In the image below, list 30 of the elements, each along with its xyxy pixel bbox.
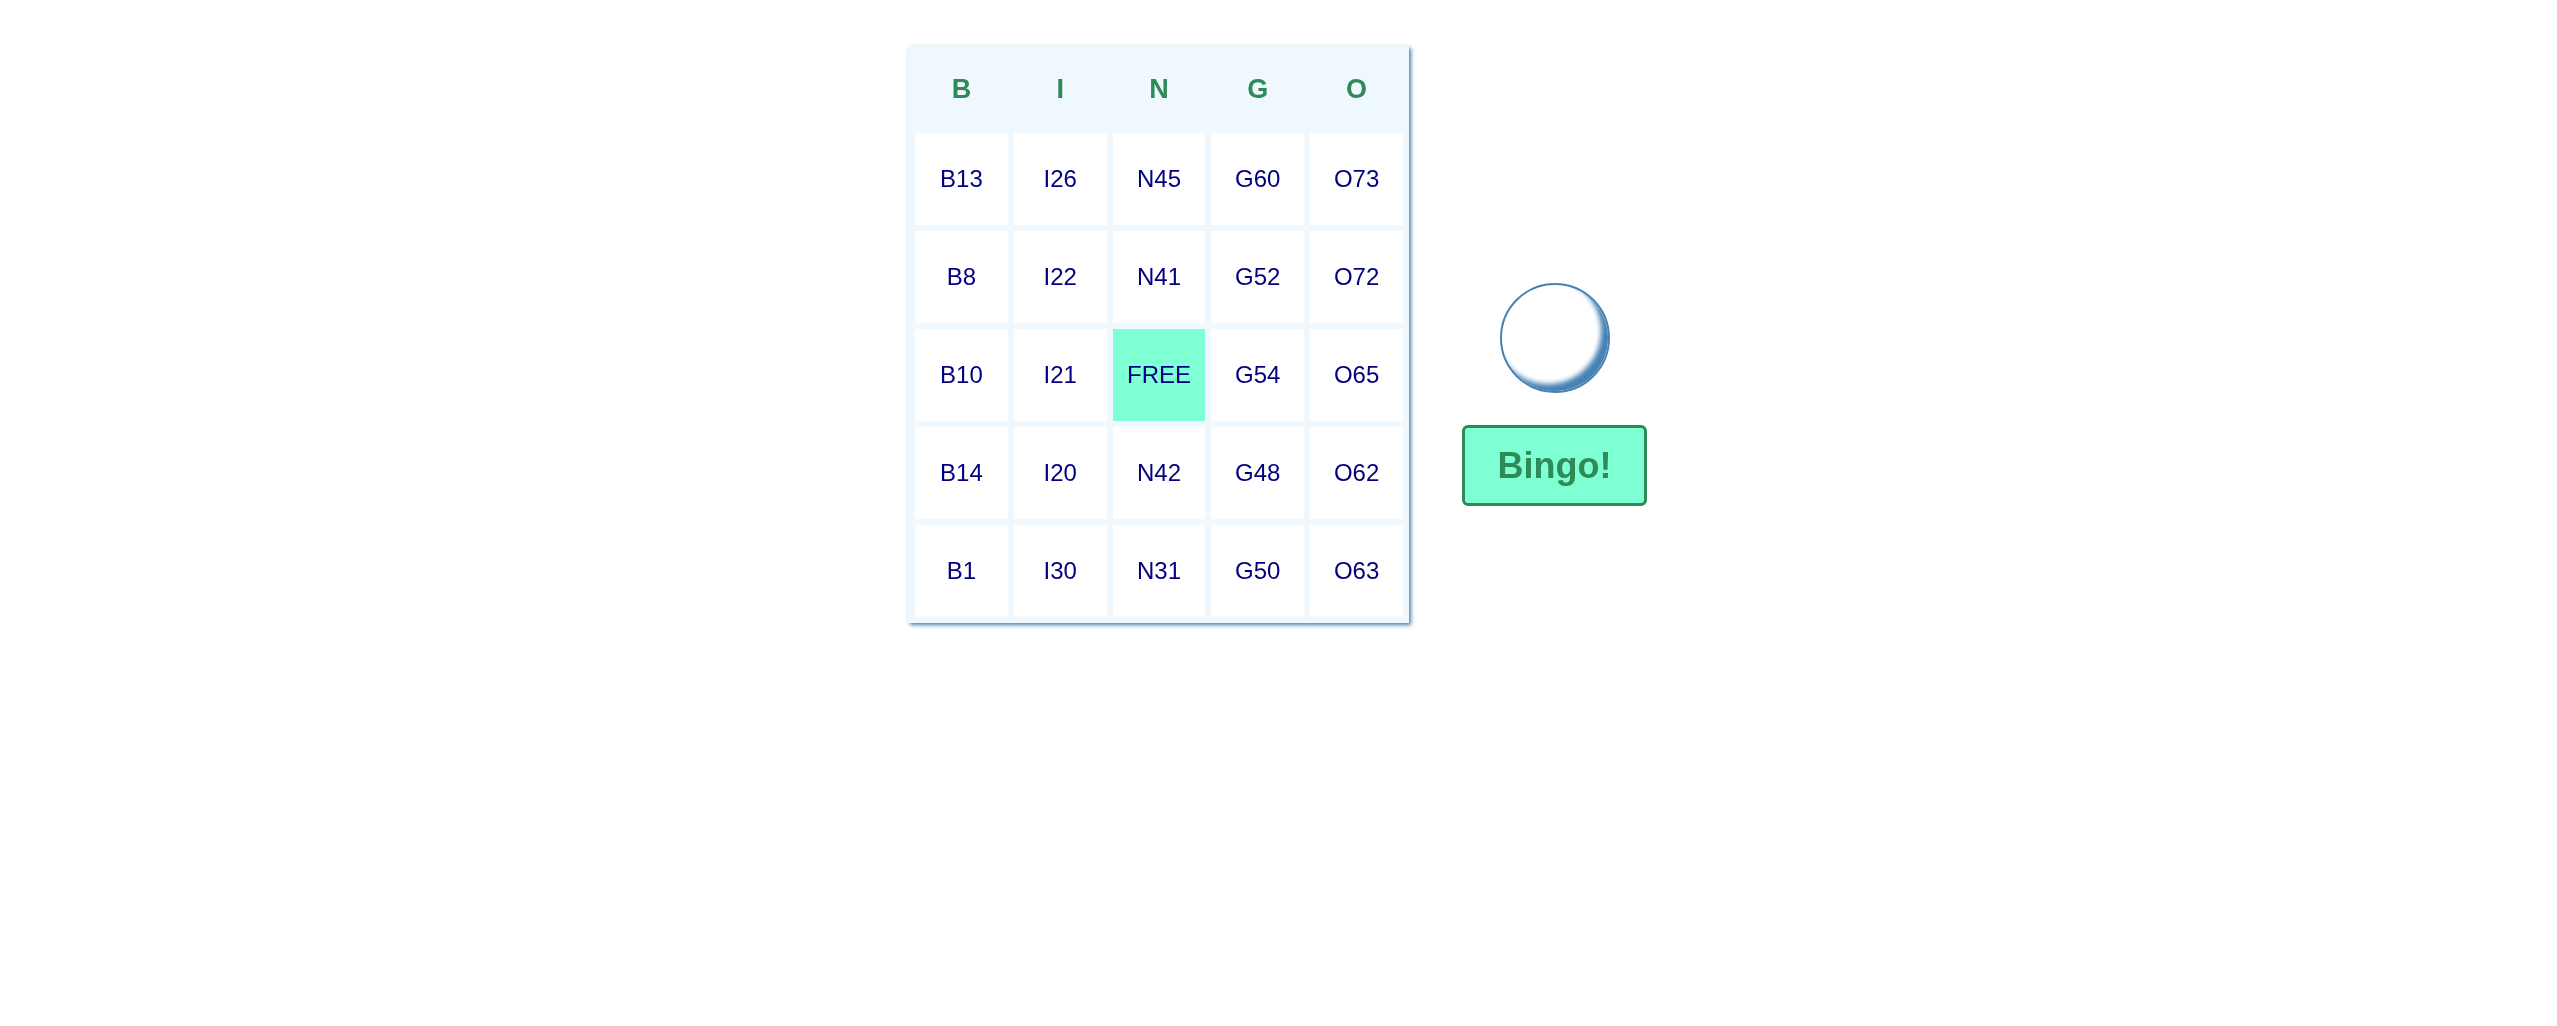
column-header: G (1247, 73, 1269, 107)
card-cell[interactable]: G50 (1211, 525, 1305, 617)
card-cell[interactable]: O62 (1310, 427, 1403, 519)
card-cell[interactable]: I22 (1013, 231, 1107, 323)
card-cell[interactable]: O72 (1310, 231, 1403, 323)
column-header: O (1346, 73, 1368, 107)
card-cell[interactable]: G60 (1211, 133, 1305, 225)
card-cell[interactable]: O63 (1310, 525, 1403, 617)
card-cell[interactable]: G48 (1211, 427, 1305, 519)
column-header: B (951, 73, 972, 107)
card-cell[interactable]: B10 (915, 329, 1008, 421)
card-cell[interactable]: I20 (1013, 427, 1107, 519)
card-cell[interactable]: I21 (1013, 329, 1107, 421)
card-cell[interactable]: O65 (1310, 329, 1403, 421)
card-cell[interactable]: O73 (1310, 133, 1403, 225)
card-cell[interactable]: B1 (915, 525, 1008, 617)
card-cell[interactable]: N45 (1112, 133, 1206, 225)
card-cell[interactable]: N41 (1112, 231, 1206, 323)
column-header: N (1149, 73, 1169, 107)
card-cell[interactable]: B13 (915, 133, 1008, 225)
card-cell[interactable]: I30 (1013, 525, 1107, 617)
card-cell[interactable]: N42 (1112, 427, 1206, 519)
card-cell[interactable]: B14 (915, 427, 1008, 519)
column-header: I (1056, 73, 1064, 107)
card-cell[interactable]: G52 (1211, 231, 1305, 323)
card-cell[interactable]: N31 (1112, 525, 1206, 617)
card-cell[interactable]: FREE (1112, 329, 1206, 421)
card-cell[interactable]: G54 (1211, 329, 1305, 421)
card-cell[interactable]: I26 (1013, 133, 1107, 225)
card-cell[interactable]: B8 (915, 231, 1008, 323)
